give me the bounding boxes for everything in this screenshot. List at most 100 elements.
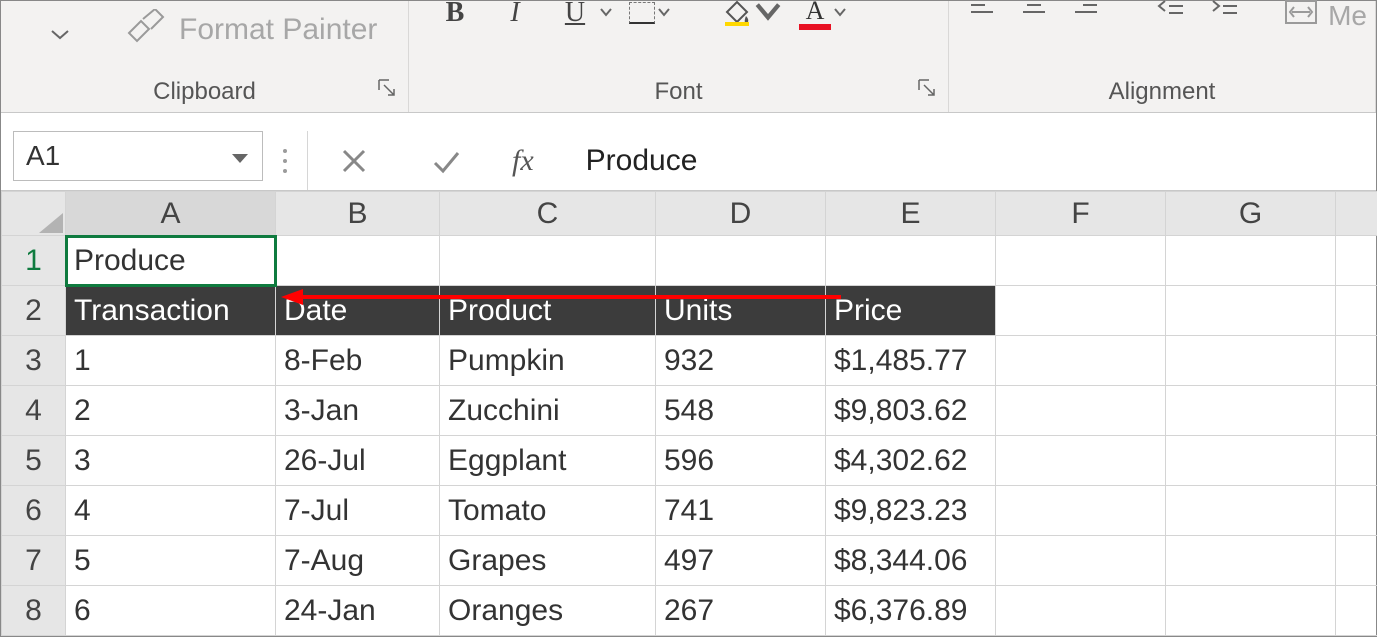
cell[interactable] bbox=[996, 486, 1166, 536]
cell[interactable]: $4,302.62 bbox=[826, 436, 996, 486]
cell[interactable] bbox=[1166, 486, 1336, 536]
bold-button[interactable]: B bbox=[433, 0, 477, 33]
cell[interactable] bbox=[826, 236, 996, 286]
cell[interactable]: Product bbox=[440, 286, 656, 336]
cell[interactable]: 1 bbox=[66, 336, 276, 386]
cell[interactable]: Grapes bbox=[440, 536, 656, 586]
borders-button[interactable] bbox=[629, 2, 671, 24]
row-header[interactable]: 1 bbox=[2, 236, 66, 286]
cell[interactable] bbox=[440, 236, 656, 286]
cell[interactable] bbox=[1336, 336, 1377, 386]
cell[interactable] bbox=[996, 286, 1166, 336]
cell[interactable] bbox=[1336, 386, 1377, 436]
row-header[interactable]: 5 bbox=[2, 436, 66, 486]
col-header-F[interactable]: F bbox=[996, 192, 1166, 236]
cell[interactable]: Date bbox=[276, 286, 440, 336]
cell[interactable]: Tomato bbox=[440, 486, 656, 536]
select-all-corner[interactable] bbox=[2, 192, 66, 236]
row-header[interactable]: 8 bbox=[2, 586, 66, 636]
merge-center-button[interactable]: Me bbox=[1284, 0, 1367, 34]
cell[interactable] bbox=[1166, 586, 1336, 636]
cell[interactable]: Pumpkin bbox=[440, 336, 656, 386]
cell[interactable]: 8-Feb bbox=[276, 336, 440, 386]
cell[interactable]: 2 bbox=[66, 386, 276, 436]
cell[interactable] bbox=[1336, 486, 1377, 536]
cell[interactable] bbox=[1336, 286, 1377, 336]
cell[interactable] bbox=[996, 536, 1166, 586]
cell[interactable] bbox=[1166, 236, 1336, 286]
cell[interactable] bbox=[1166, 286, 1336, 336]
cell[interactable]: Produce bbox=[66, 236, 276, 286]
row-header[interactable]: 6 bbox=[2, 486, 66, 536]
cell[interactable]: 24-Jan bbox=[276, 586, 440, 636]
cell[interactable]: 7-Jul bbox=[276, 486, 440, 536]
cell[interactable]: 6 bbox=[66, 586, 276, 636]
col-header-E[interactable]: E bbox=[826, 192, 996, 236]
align-left-button[interactable] bbox=[969, 0, 995, 24]
cell[interactable]: 4 bbox=[66, 486, 276, 536]
fx-label[interactable]: fx bbox=[492, 144, 554, 178]
col-header-D[interactable]: D bbox=[656, 192, 826, 236]
cell[interactable]: Zucchini bbox=[440, 386, 656, 436]
cell[interactable] bbox=[996, 236, 1166, 286]
cell[interactable] bbox=[1336, 236, 1377, 286]
col-header-G[interactable]: G bbox=[1166, 192, 1336, 236]
cell[interactable] bbox=[1166, 386, 1336, 436]
cell[interactable]: Price bbox=[826, 286, 996, 336]
cell[interactable] bbox=[1166, 436, 1336, 486]
row-header[interactable]: 7 bbox=[2, 536, 66, 586]
cell[interactable]: $6,376.89 bbox=[826, 586, 996, 636]
cell[interactable]: 548 bbox=[656, 386, 826, 436]
fill-color-button[interactable] bbox=[721, 0, 783, 31]
row-header[interactable]: 3 bbox=[2, 336, 66, 386]
align-right-button[interactable] bbox=[1073, 0, 1099, 24]
col-header-blank[interactable] bbox=[1336, 192, 1377, 236]
cell[interactable] bbox=[276, 236, 440, 286]
cell[interactable] bbox=[1166, 336, 1336, 386]
cell[interactable] bbox=[1166, 536, 1336, 586]
cancel-formula-button[interactable] bbox=[308, 136, 400, 186]
cell[interactable] bbox=[996, 586, 1166, 636]
row-header[interactable]: 2 bbox=[2, 286, 66, 336]
cell[interactable]: Transaction bbox=[66, 286, 276, 336]
cell[interactable] bbox=[1336, 436, 1377, 486]
col-header-B[interactable]: B bbox=[276, 192, 440, 236]
format-painter-button[interactable]: Format Painter bbox=[125, 9, 377, 51]
cell[interactable]: 267 bbox=[656, 586, 826, 636]
cell[interactable]: 741 bbox=[656, 486, 826, 536]
cell[interactable]: Oranges bbox=[440, 586, 656, 636]
align-center-button[interactable] bbox=[1021, 0, 1047, 24]
name-box[interactable]: A1 bbox=[13, 131, 263, 181]
italic-button[interactable]: I bbox=[493, 0, 537, 33]
cell[interactable] bbox=[996, 386, 1166, 436]
cell[interactable]: $9,823.23 bbox=[826, 486, 996, 536]
cell[interactable]: 596 bbox=[656, 436, 826, 486]
cell[interactable]: 932 bbox=[656, 336, 826, 386]
decrease-indent-button[interactable] bbox=[1157, 0, 1185, 24]
paste-dropdown[interactable] bbox=[49, 27, 71, 46]
cell[interactable]: 5 bbox=[66, 536, 276, 586]
cell[interactable]: 3 bbox=[66, 436, 276, 486]
font-color-button[interactable]: A bbox=[799, 0, 847, 30]
formula-input[interactable]: Produce bbox=[554, 131, 1376, 190]
col-header-A[interactable]: A bbox=[66, 192, 276, 236]
cell[interactable] bbox=[1336, 586, 1377, 636]
cell[interactable]: Eggplant bbox=[440, 436, 656, 486]
increase-indent-button[interactable] bbox=[1211, 0, 1239, 24]
cell[interactable]: 7-Aug bbox=[276, 536, 440, 586]
cell[interactable]: $9,803.62 bbox=[826, 386, 996, 436]
cell[interactable] bbox=[656, 236, 826, 286]
cell[interactable] bbox=[996, 336, 1166, 386]
cell[interactable]: 26-Jul bbox=[276, 436, 440, 486]
cell[interactable]: 497 bbox=[656, 536, 826, 586]
row-header[interactable]: 4 bbox=[2, 386, 66, 436]
cell[interactable] bbox=[1336, 536, 1377, 586]
clipboard-launcher-icon[interactable] bbox=[378, 79, 396, 102]
cell[interactable]: 3-Jan bbox=[276, 386, 440, 436]
cell[interactable]: Units bbox=[656, 286, 826, 336]
font-launcher-icon[interactable] bbox=[918, 79, 936, 102]
underline-button[interactable]: U bbox=[553, 0, 613, 33]
enter-formula-button[interactable] bbox=[400, 136, 492, 186]
cell[interactable]: $8,344.06 bbox=[826, 536, 996, 586]
col-header-C[interactable]: C bbox=[440, 192, 656, 236]
